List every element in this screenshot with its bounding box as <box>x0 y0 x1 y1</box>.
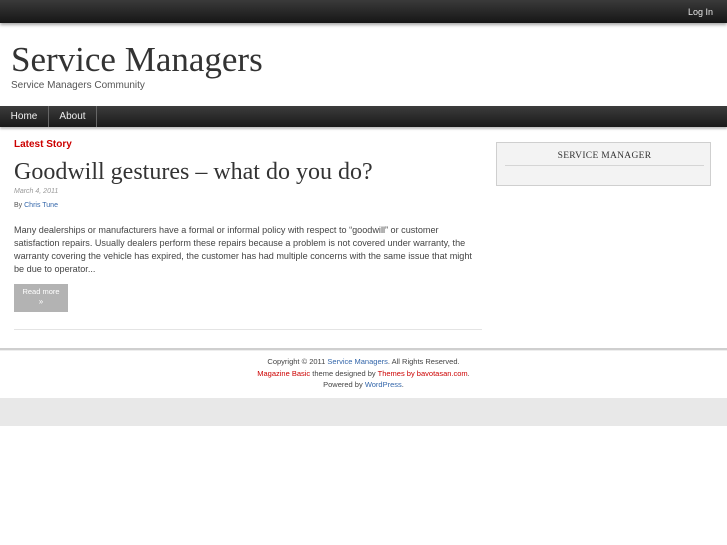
section-label: Latest Story <box>14 139 72 150</box>
content-divider <box>14 329 482 330</box>
footer-copyright: Copyright © 2011 Service Managers. All R… <box>0 357 727 366</box>
site-description: Service Managers Community <box>11 80 145 91</box>
footer-theme-credit: Magazine Basic theme designed by Themes … <box>0 369 727 378</box>
powered-by-text: Powered by <box>323 380 363 389</box>
read-more-label: Read more <box>22 287 60 296</box>
copyright-suffix: . All Rights Reserved. <box>387 357 460 366</box>
powered-by-end: . <box>401 380 404 389</box>
main-nav: Home About <box>0 106 727 127</box>
wordpress-link[interactable]: WordPress <box>365 380 402 389</box>
themes-by-link[interactable]: Themes by bavotasan.com <box>378 369 468 378</box>
login-link[interactable]: Log In <box>688 7 713 17</box>
footer-site-link[interactable]: Service Managers <box>327 357 387 366</box>
author-link[interactable]: Chris Tune <box>24 202 58 209</box>
footer-divider <box>0 348 727 351</box>
bottom-band <box>0 398 727 426</box>
post-excerpt: Many dealerships or manufacturers have a… <box>14 225 472 274</box>
nav-item-about[interactable]: About <box>49 106 97 127</box>
copyright-prefix: Copyright © 2011 <box>267 357 326 366</box>
site-title[interactable]: Service Managers <box>11 42 263 77</box>
top-bar: Log In <box>0 0 727 23</box>
theme-credit-end: . <box>467 369 470 378</box>
post-byline: By Chris Tune <box>14 202 58 209</box>
byline-label: By <box>14 202 23 209</box>
sidebar-widget-title: SERVICE MANAGER <box>557 151 652 161</box>
read-more-button[interactable]: Read more » <box>14 284 68 312</box>
theme-link[interactable]: Magazine Basic <box>257 369 310 378</box>
footer-powered-by: Powered by WordPress. <box>0 380 727 389</box>
double-chevron-right-icon: » <box>38 297 44 306</box>
sidebar-widget: SERVICE MANAGER <box>496 142 711 186</box>
sidebar-divider <box>505 165 704 166</box>
post-date: March 4, 2011 <box>14 188 59 195</box>
nav-item-home[interactable]: Home <box>0 106 49 127</box>
post-title[interactable]: Goodwill gestures – what do you do? <box>14 159 373 185</box>
theme-credit-text: theme designed by <box>312 369 376 378</box>
